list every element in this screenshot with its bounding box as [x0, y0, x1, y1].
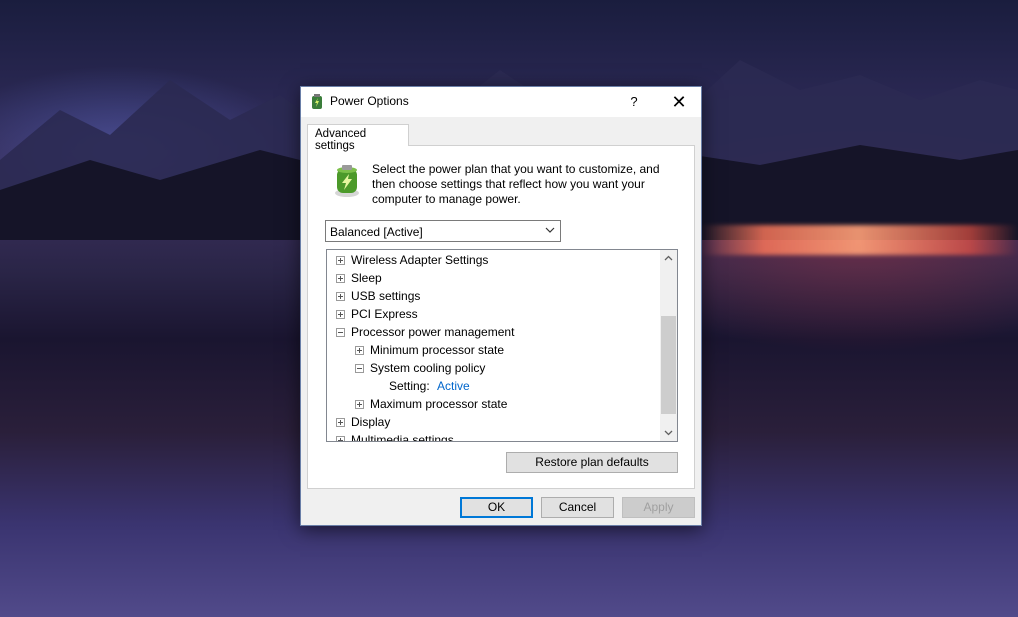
tree-scrollbar[interactable] — [660, 250, 677, 441]
power-options-icon — [309, 94, 325, 110]
tree-item-label: Processor power management — [351, 325, 515, 339]
setting-label: Setting: — [389, 379, 430, 393]
expand-icon[interactable] — [336, 436, 345, 441]
tree-item-label: Sleep — [351, 271, 382, 285]
expand-icon[interactable] — [336, 418, 345, 427]
scroll-up-icon[interactable] — [660, 250, 677, 267]
scroll-down-icon[interactable] — [660, 424, 677, 441]
setting-value-link[interactable]: Active — [437, 379, 470, 393]
ok-button[interactable]: OK — [460, 497, 533, 518]
shoreline-lights — [700, 225, 1018, 255]
restore-plan-defaults-button[interactable]: Restore plan defaults — [506, 452, 678, 473]
help-button[interactable]: ? — [619, 87, 649, 117]
expand-icon[interactable] — [336, 310, 345, 319]
expand-icon[interactable] — [355, 346, 364, 355]
tree-item-label: Minimum processor state — [370, 343, 505, 357]
tree-item-label: Multimedia settings — [351, 433, 454, 442]
collapse-icon[interactable] — [355, 364, 364, 373]
expand-icon[interactable] — [336, 256, 345, 265]
title-bar[interactable]: Power Options ? ✕ — [301, 87, 701, 117]
instructions-text: Select the power plan that you want to c… — [372, 162, 660, 206]
scroll-thumb[interactable] — [661, 316, 676, 414]
tree-item-cooling-setting[interactable]: Setting: Active — [389, 377, 470, 395]
expand-icon[interactable] — [355, 400, 364, 409]
tree-item-label: Wireless Adapter Settings — [351, 253, 489, 267]
settings-tree[interactable]: Wireless Adapter Settings Sleep USB sett… — [326, 249, 678, 442]
close-button[interactable]: ✕ — [661, 87, 697, 117]
battery-power-icon — [330, 164, 364, 198]
chevron-down-icon — [544, 224, 556, 236]
cancel-button[interactable]: Cancel — [541, 497, 614, 518]
power-plan-value: Balanced [Active] — [330, 225, 423, 239]
power-options-dialog: Power Options ? ✕ Advanced settings Sele… — [300, 86, 702, 526]
apply-button[interactable]: Apply — [622, 497, 695, 518]
power-plan-dropdown[interactable]: Balanced [Active] — [325, 220, 561, 242]
tree-item-label: PCI Express — [351, 307, 418, 321]
advanced-settings-panel: Select the power plan that you want to c… — [307, 145, 695, 489]
window-title: Power Options — [330, 94, 409, 108]
tree-item-label: USB settings — [351, 289, 421, 303]
expand-icon[interactable] — [336, 274, 345, 283]
tab-advanced-settings[interactable]: Advanced settings — [307, 124, 409, 152]
close-icon: ✕ — [671, 92, 687, 112]
tree-item-label: Display — [351, 415, 391, 429]
collapse-icon[interactable] — [336, 328, 345, 337]
tree-item-label: Maximum processor state — [370, 397, 508, 411]
expand-icon[interactable] — [336, 292, 345, 301]
tree-item-label: System cooling policy — [370, 361, 486, 375]
